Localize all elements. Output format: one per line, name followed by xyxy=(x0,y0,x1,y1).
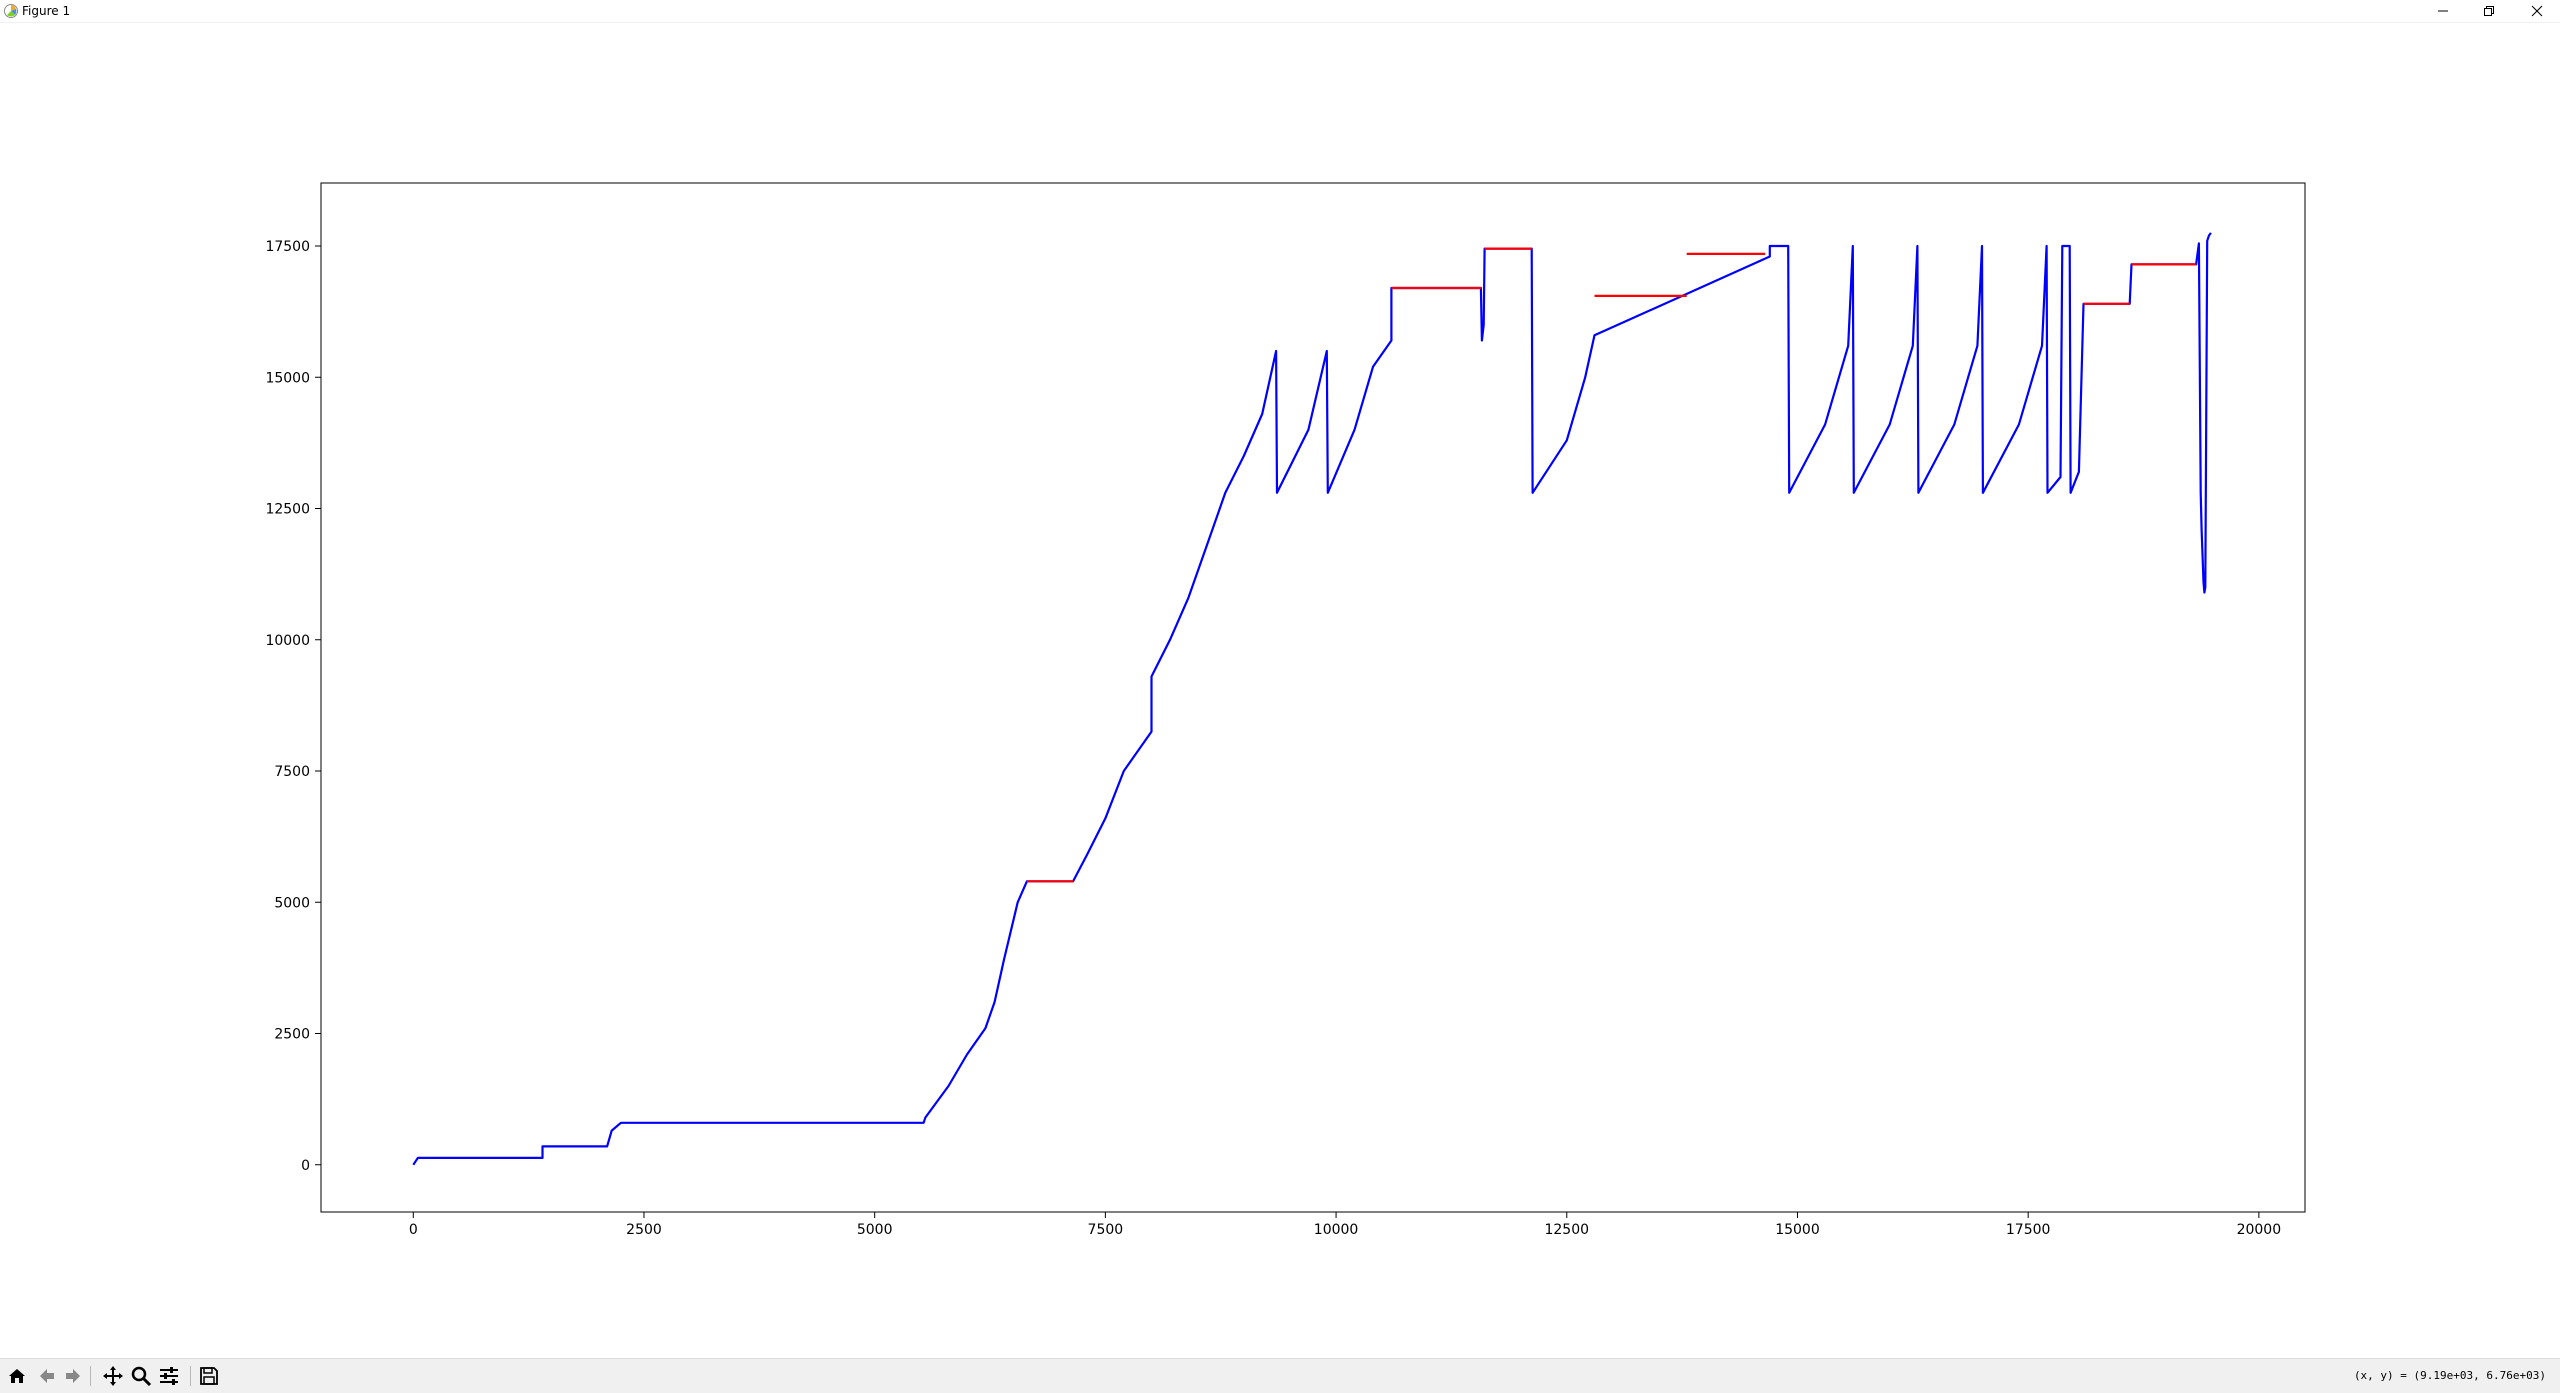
forward-arrow-icon xyxy=(66,1369,80,1383)
back-button[interactable] xyxy=(34,1363,60,1389)
restore-icon xyxy=(2484,6,2494,16)
forward-button[interactable] xyxy=(60,1363,86,1389)
zoom-button[interactable] xyxy=(128,1363,154,1389)
configure-subplots-button[interactable] xyxy=(156,1363,182,1389)
x-tick-label: 2500 xyxy=(626,1222,662,1238)
x-tick-label: 0 xyxy=(409,1222,418,1238)
toolbar-separator xyxy=(90,1366,91,1386)
restore-button[interactable] xyxy=(2466,0,2512,22)
x-tick-label: 20000 xyxy=(2237,1222,2282,1238)
matplotlib-logo-icon xyxy=(4,4,18,18)
y-tick-label: 7500 xyxy=(274,764,310,780)
pan-icon xyxy=(103,1366,123,1386)
x-tick-label: 10000 xyxy=(1314,1222,1359,1238)
title-bar[interactable]: Figure 1 xyxy=(0,0,2560,23)
y-tick-label: 2500 xyxy=(274,1027,310,1043)
save-button[interactable] xyxy=(196,1363,222,1389)
pan-button[interactable] xyxy=(100,1363,126,1389)
close-button[interactable] xyxy=(2514,0,2560,22)
figure-window: Figure 1 0 2500 5000 7500 10000 12500 15000 175… xyxy=(0,0,2560,1393)
y-tick-label: 0 xyxy=(301,1158,310,1174)
axes-frame xyxy=(320,182,2306,1213)
navigation-toolbar: (x, y) = (9.19e+03, 6.76e+03) xyxy=(0,1358,2560,1393)
save-icon xyxy=(200,1367,218,1385)
zoom-icon xyxy=(131,1366,152,1387)
y-tick-label: 5000 xyxy=(274,895,310,911)
x-tick-label: 12500 xyxy=(1544,1222,1589,1238)
close-icon xyxy=(2531,5,2543,17)
y-tick-label: 10000 xyxy=(265,633,310,649)
sliders-icon xyxy=(160,1367,178,1385)
y-tick-label: 15000 xyxy=(265,370,310,386)
x-tick-label: 17500 xyxy=(2006,1222,2051,1238)
toolbar-separator xyxy=(190,1366,191,1386)
x-tick-label: 15000 xyxy=(1775,1222,1820,1238)
x-tick-label: 7500 xyxy=(1088,1222,1124,1238)
back-arrow-icon xyxy=(40,1369,54,1383)
home-icon xyxy=(9,1369,25,1383)
minimize-icon xyxy=(2438,10,2448,12)
y-tick-label: 17500 xyxy=(265,239,310,255)
x-tick-label: 5000 xyxy=(857,1222,893,1238)
figure-canvas[interactable]: 0 2500 5000 7500 10000 12500 15000 17500 20000 0 2… xyxy=(0,22,2560,1358)
minimize-button[interactable] xyxy=(2420,0,2466,22)
plot-svg[interactable]: 0 2500 5000 7500 10000 12500 15000 17500 20000 0 2… xyxy=(0,22,2560,1358)
home-button[interactable] xyxy=(4,1363,30,1389)
y-tick-label: 12500 xyxy=(265,502,310,518)
window-title: Figure 1 xyxy=(22,4,71,18)
cursor-coordinates: (x, y) = (9.19e+03, 6.76e+03) xyxy=(2353,1369,2546,1382)
